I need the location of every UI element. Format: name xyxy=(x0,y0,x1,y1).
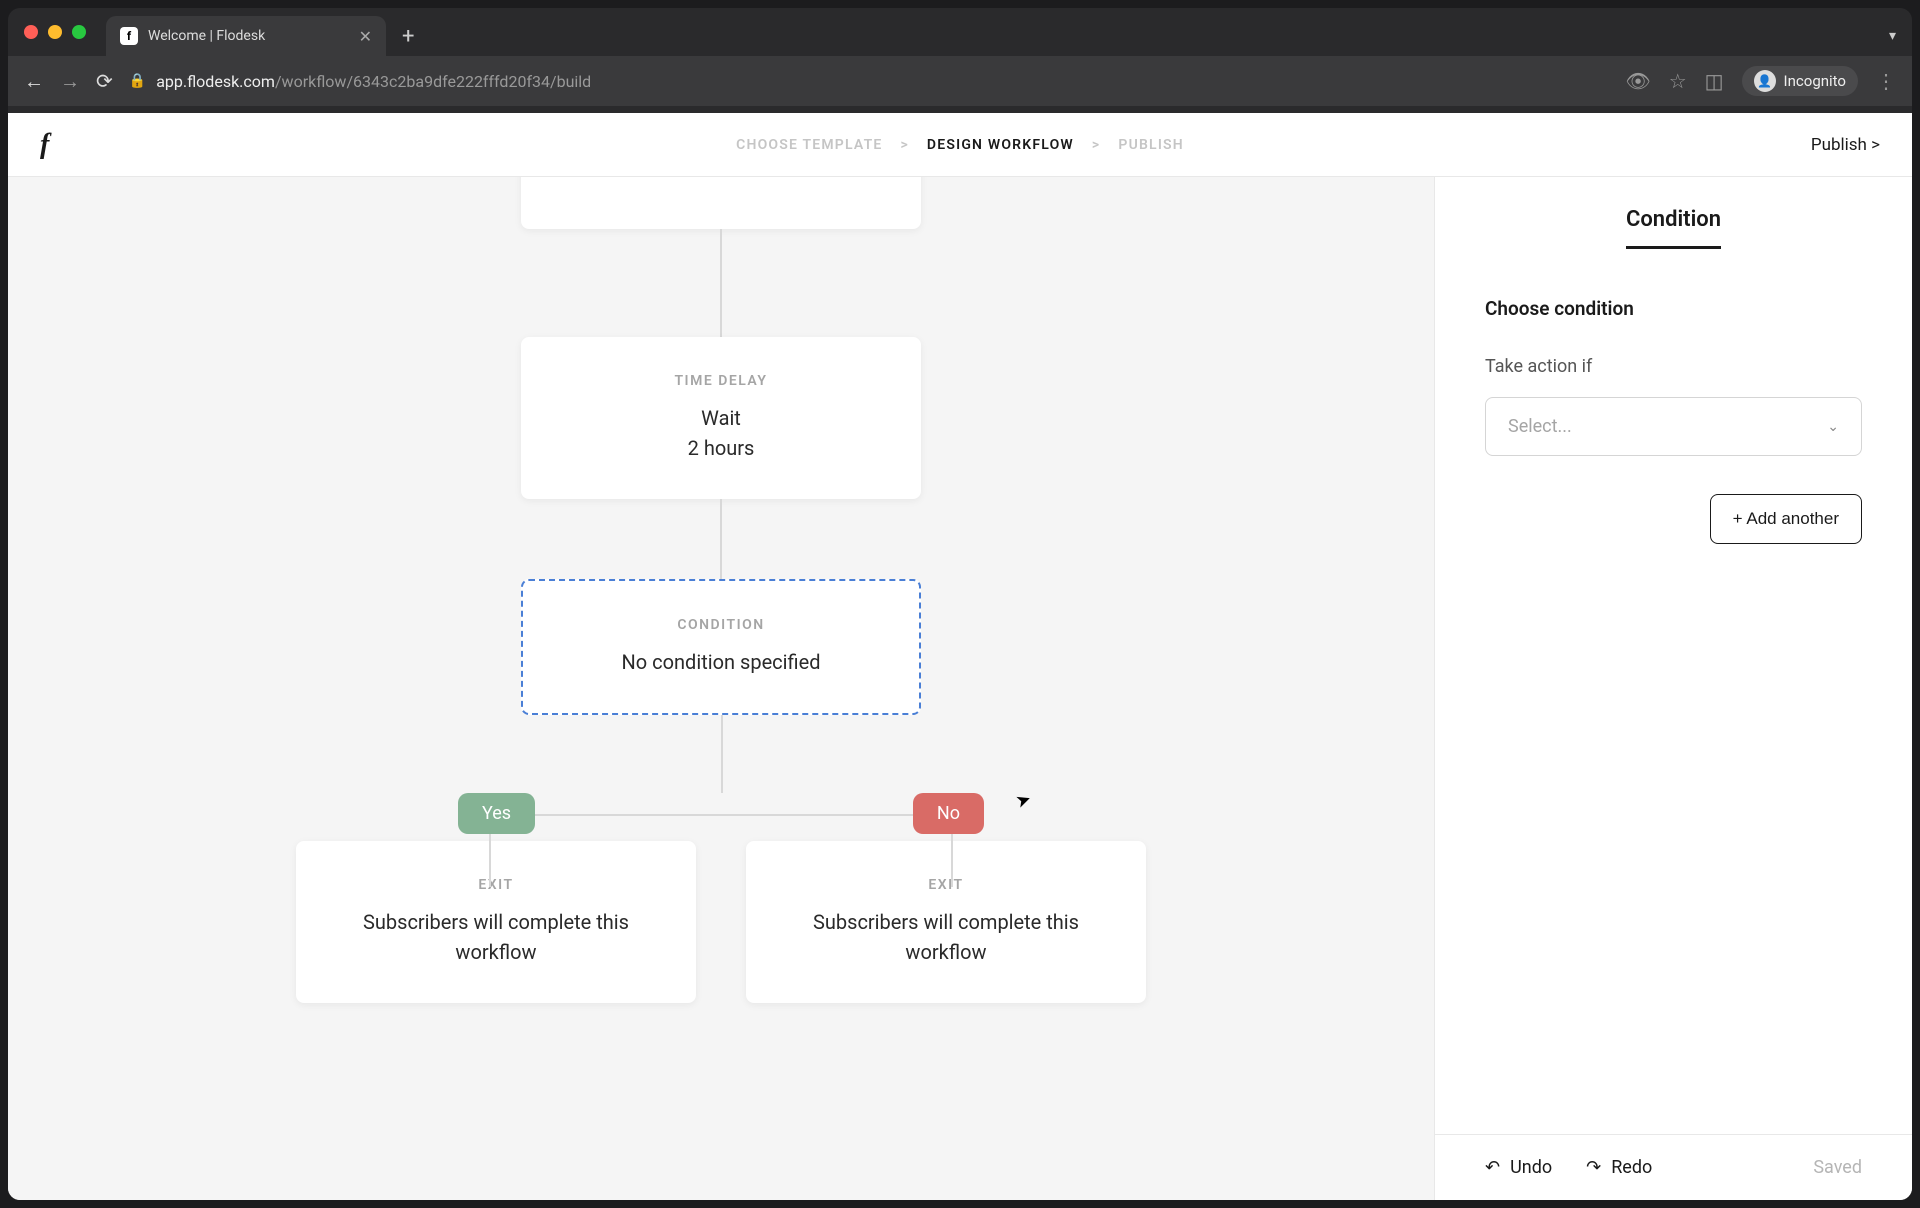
crumb-publish[interactable]: PUBLISH xyxy=(1118,137,1184,153)
browser-tab[interactable]: f Welcome | Flodesk ✕ xyxy=(106,16,386,56)
publish-button[interactable]: Publish > xyxy=(1811,135,1880,155)
workspace: TIME DELAY Wait 2 hours CONDITION No con… xyxy=(8,177,1912,1200)
node-label: EXIT xyxy=(324,877,668,893)
panel-subtext: Take action if xyxy=(1485,356,1862,377)
title-bar: f Welcome | Flodesk ✕ + ▾ xyxy=(8,8,1912,56)
node-label: TIME DELAY xyxy=(549,373,893,389)
eye-off-icon[interactable]: 👁 xyxy=(1625,69,1650,93)
exit-node-yes[interactable]: EXIT Subscribers will complete this work… xyxy=(296,841,696,1003)
condition-node[interactable]: CONDITION No condition specified xyxy=(521,579,921,715)
side-panel: Condition Choose condition Take action i… xyxy=(1434,177,1912,1200)
address-bar: ← → ⟳ 🔒 app.flodesk.com/workflow/6343c2b… xyxy=(8,56,1912,106)
node-text: Subscribers will complete this workflow xyxy=(774,907,1118,967)
crumb-design-workflow[interactable]: DESIGN WORKFLOW xyxy=(927,137,1074,153)
add-another-button[interactable]: + Add another xyxy=(1710,494,1862,544)
node-text: No condition specified xyxy=(551,647,891,677)
reload-button[interactable]: ⟳ xyxy=(96,69,113,93)
maximize-window-button[interactable] xyxy=(72,25,86,39)
chevron-down-icon: ⌄ xyxy=(1827,419,1839,435)
redo-button[interactable]: ↷ Redo xyxy=(1586,1157,1652,1178)
incognito-label: Incognito xyxy=(1784,72,1846,90)
incognito-icon: 👤 xyxy=(1754,70,1776,92)
app-header: f CHOOSE TEMPLATE > DESIGN WORKFLOW > PU… xyxy=(8,113,1912,177)
browser-chrome: f Welcome | Flodesk ✕ + ▾ ← → ⟳ 🔒 app.fl… xyxy=(8,8,1912,113)
logo[interactable]: f xyxy=(40,129,49,161)
panel-footer: ↶ Undo ↷ Redo Saved xyxy=(1435,1134,1912,1200)
back-button[interactable]: ← xyxy=(24,69,44,94)
app-window: f CHOOSE TEMPLATE > DESIGN WORKFLOW > PU… xyxy=(8,113,1912,1200)
kebab-menu-icon[interactable]: ⋮ xyxy=(1876,69,1896,93)
connector-line xyxy=(721,715,723,793)
forward-button[interactable]: → xyxy=(60,69,80,94)
close-window-button[interactable] xyxy=(24,25,38,39)
panel-icon[interactable]: ◫ xyxy=(1705,69,1724,93)
node-label: CONDITION xyxy=(551,617,891,633)
new-tab-button[interactable]: + xyxy=(402,24,414,49)
panel-tabs: Condition xyxy=(1435,177,1912,249)
connector-line xyxy=(720,229,722,337)
tab-title: Welcome | Flodesk xyxy=(148,28,349,44)
lock-icon: 🔒 xyxy=(129,73,146,89)
condition-select[interactable]: Select... ⌄ xyxy=(1485,397,1862,456)
chevron-right-icon: > xyxy=(1092,137,1100,153)
undo-button[interactable]: ↶ Undo xyxy=(1485,1157,1552,1178)
workflow-node-partial[interactable] xyxy=(521,177,921,229)
exit-row: EXIT Subscribers will complete this work… xyxy=(261,841,1181,1003)
chevron-right-icon: > xyxy=(900,137,908,153)
crumb-choose-template[interactable]: CHOOSE TEMPLATE xyxy=(736,137,882,153)
workflow-canvas[interactable]: TIME DELAY Wait 2 hours CONDITION No con… xyxy=(8,177,1434,1200)
url-input[interactable]: 🔒 app.flodesk.com/workflow/6343c2ba9dfe2… xyxy=(129,72,1610,91)
time-delay-node[interactable]: TIME DELAY Wait 2 hours xyxy=(521,337,921,499)
breadcrumb: CHOOSE TEMPLATE > DESIGN WORKFLOW > PUBL… xyxy=(736,137,1184,153)
window-controls xyxy=(24,25,86,39)
incognito-badge[interactable]: 👤 Incognito xyxy=(1742,66,1858,96)
node-text: Subscribers will complete this workflow xyxy=(324,907,668,967)
panel-heading: Choose condition xyxy=(1485,297,1862,320)
saved-status: Saved xyxy=(1813,1157,1862,1178)
yes-branch-pill[interactable]: Yes xyxy=(458,793,535,834)
tab-condition[interactable]: Condition xyxy=(1626,207,1721,249)
close-tab-icon[interactable]: ✕ xyxy=(359,27,372,46)
url-path: /workflow/6343c2ba9dfe222fffd20f34/build xyxy=(275,72,591,91)
url-host: app.flodesk.com xyxy=(156,72,275,91)
connector-line xyxy=(489,814,953,816)
flow-container: TIME DELAY Wait 2 hours CONDITION No con… xyxy=(261,177,1181,1003)
panel-body: Choose condition Take action if Select..… xyxy=(1435,249,1912,1134)
exit-node-no[interactable]: EXIT Subscribers will complete this work… xyxy=(746,841,1146,1003)
tabs-chevron-icon[interactable]: ▾ xyxy=(1889,28,1896,44)
select-placeholder: Select... xyxy=(1508,416,1572,437)
undo-icon: ↶ xyxy=(1485,1157,1500,1178)
bookmark-star-icon[interactable]: ☆ xyxy=(1669,69,1687,93)
toolbar-right: 👁 ☆ ◫ 👤 Incognito ⋮ xyxy=(1625,66,1896,96)
node-label: EXIT xyxy=(774,877,1118,893)
tab-favicon-icon: f xyxy=(120,27,138,45)
connector-line xyxy=(720,499,722,579)
node-text: Wait 2 hours xyxy=(549,403,893,463)
redo-icon: ↷ xyxy=(1586,1157,1601,1178)
minimize-window-button[interactable] xyxy=(48,25,62,39)
no-branch-pill[interactable]: No xyxy=(913,793,984,834)
